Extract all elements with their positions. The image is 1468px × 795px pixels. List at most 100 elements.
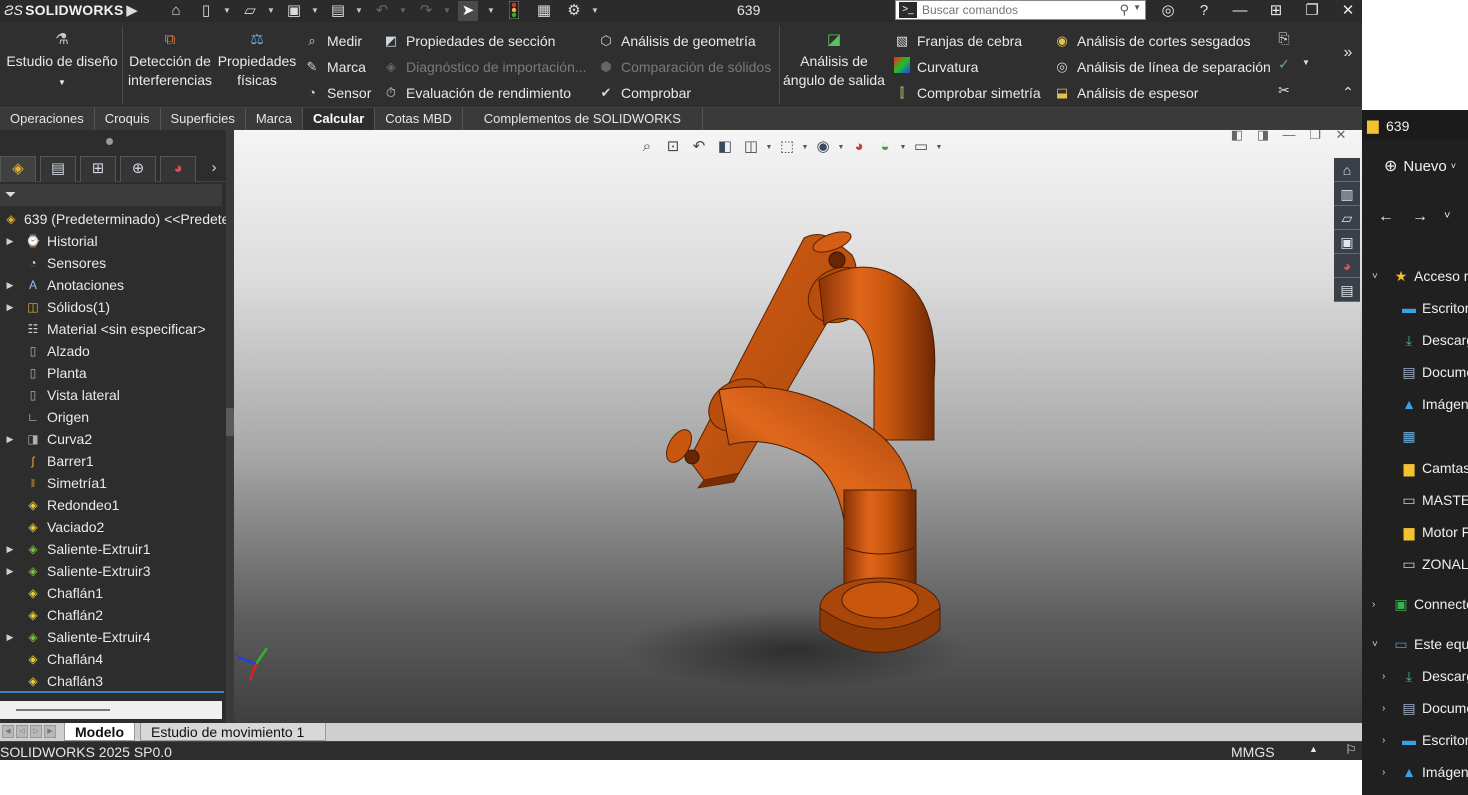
nav-pane-item[interactable]: ▬ Escritor [1362, 292, 1468, 324]
file-properties-icon[interactable]: ▦ [534, 1, 554, 21]
chevron-down-icon[interactable]: ˅ [1372, 271, 1378, 282]
tree-item[interactable]: ∟ Origen [0, 406, 226, 428]
save-icon[interactable]: ▣ [284, 1, 304, 21]
design-study-button[interactable]: ⚗ Estudio de diseño ▼ [4, 30, 120, 92]
command-search-input[interactable] [922, 3, 1112, 17]
chevron-right-icon[interactable]: › [1382, 767, 1385, 778]
dimxpert-manager-tab-icon[interactable]: ⊕ [120, 156, 156, 182]
display-manager-tab-icon[interactable]: ◕ [160, 156, 196, 182]
tab-operaciones[interactable]: Operaciones [0, 108, 95, 130]
nav-pane-item[interactable]: ˅ ★ Acceso ra [1362, 260, 1468, 292]
nav-pane-item[interactable]: ▆ Motor F [1362, 516, 1468, 548]
tree-item[interactable]: ⧚ Simetría1 [0, 472, 226, 494]
tree-item[interactable]: ▶ ◫ Sólidos(1) [0, 296, 226, 318]
chevron-right-icon[interactable]: › [1382, 735, 1385, 746]
select-pointer-icon[interactable]: ➤ [458, 1, 478, 21]
panel-splitter[interactable] [226, 130, 234, 723]
open-icon[interactable]: ▱ [240, 1, 260, 21]
featuremanager-tree-tab-icon[interactable]: ◈ [0, 156, 36, 182]
tree-item[interactable]: ▶ ◈ Saliente-Extruir3 [0, 560, 226, 582]
symmetry-check-button[interactable]: ⫿ Comprobar simetría [892, 81, 1041, 105]
expand-caret-icon[interactable]: ▶ [5, 280, 15, 291]
tree-item[interactable]: ▶ ⌚ Historial [0, 230, 226, 252]
new-button[interactable]: ⊕ Nuevo ˅ [1384, 156, 1456, 176]
expand-caret-icon[interactable]: ▶ [5, 434, 15, 445]
tree-item[interactable]: ▯ Vista lateral [0, 384, 226, 406]
tree-item[interactable]: ◈ Vaciado2 [0, 516, 226, 538]
nav-pane-item[interactable]: ▤ Docume [1362, 356, 1468, 388]
interference-detection-button[interactable]: ⧉ Detección de interferencias [126, 30, 214, 90]
nav-pane-item[interactable]: ▭ MASTER [1362, 484, 1468, 516]
chevron-right-icon[interactable]: › [1382, 703, 1385, 714]
curvature-button[interactable]: Curvatura [892, 55, 978, 79]
command-search-box[interactable]: >_ ⚲ ▼ [895, 0, 1146, 20]
recent-locations-chevron-icon[interactable]: ˅ [1444, 210, 1450, 222]
ribbon-collapse-chevron-icon[interactable]: ⌃ [1338, 84, 1358, 101]
forward-arrow-icon[interactable]: → [1412, 208, 1428, 226]
expand-caret-icon[interactable]: ▶ [5, 566, 15, 577]
home-icon[interactable]: ⌂ [166, 1, 186, 21]
expand-caret-icon[interactable]: ▶ [5, 302, 15, 313]
check-button[interactable]: ✔ Comprobar [596, 81, 691, 105]
tab-prev-icon[interactable]: ◁ [16, 725, 28, 738]
tab-last-icon[interactable]: ▶ [44, 725, 56, 738]
options-dropdown-caret[interactable]: ▼ [590, 1, 600, 21]
nav-pane-item[interactable]: ▆ Camtas [1362, 452, 1468, 484]
property-manager-tab-icon[interactable]: ▤ [40, 156, 76, 182]
import-diagnostics-button[interactable]: ◈ Diagnóstico de importación... [381, 55, 587, 79]
undo-icon[interactable]: ↶ [372, 1, 392, 21]
nav-pane-item[interactable]: › ▤ Docume [1362, 692, 1468, 724]
tab-first-icon[interactable]: ◀ [2, 725, 14, 738]
ribbon-more-chevron-icon[interactable]: » [1338, 44, 1358, 62]
search-icon[interactable]: ⚲ [1119, 2, 1129, 18]
tree-horizontal-scrollbar[interactable] [0, 701, 222, 719]
ribbon-extra-tool-1-icon[interactable]: ⎘ [1274, 30, 1294, 47]
tab-complementos[interactable]: Complementos de SOLIDWORKS [463, 108, 703, 130]
restore-window-icon[interactable]: ⊞ [1262, 0, 1290, 22]
tab-marca[interactable]: Marca [246, 108, 303, 130]
part-3d-model[interactable] [234, 130, 1362, 723]
nav-pane-item[interactable]: ⤓ Descarg [1362, 324, 1468, 356]
markup-button[interactable]: ✎ Marca [302, 55, 366, 79]
ribbon-extra-tool-3-icon[interactable]: ✂ [1274, 82, 1294, 99]
new-document-icon[interactable]: ▯ [196, 1, 216, 21]
user-account-icon[interactable]: ◎ [1154, 0, 1182, 22]
filter-funnel-icon[interactable]: ⏷ [5, 186, 16, 203]
tree-item[interactable]: ▯ Alzado [0, 340, 226, 362]
tab-next-icon[interactable]: ▷ [30, 725, 42, 738]
undercut-analysis-button[interactable]: ◉ Análisis de cortes sesgados [1052, 29, 1250, 53]
tree-item[interactable]: ◈ Chaflán1 [0, 582, 226, 604]
tab-modelo[interactable]: Modelo [64, 723, 135, 741]
graphics-viewport[interactable]: ⌕ ⊡ ↶ ◧ ◫ ▼ ⬚ ▼ ◉ ▼ ◕ ◒ ▼ ▭ ▼ ◧ ◨ — ❐ ✕ … [234, 130, 1362, 723]
nav-pane-item[interactable]: ˅ ▭ Este equi [1362, 628, 1468, 660]
units-caret-icon[interactable]: ▲ [1309, 744, 1318, 754]
tree-item[interactable]: ◔ Sensores [0, 252, 226, 274]
splitter-handle[interactable] [226, 408, 234, 436]
tree-item[interactable]: ▯ Planta [0, 362, 226, 384]
nav-pane-item[interactable]: ▦ [1362, 420, 1468, 452]
quick-tips-icon[interactable]: ⚐ [1342, 742, 1360, 760]
nav-pane-item[interactable]: › ▬ Escritor [1362, 724, 1468, 756]
tree-item[interactable]: ◈ Chaflán2 [0, 604, 226, 626]
performance-evaluation-button[interactable]: ⏱ Evaluación de rendimiento [381, 81, 571, 105]
scrollbar-thumb[interactable] [16, 709, 110, 711]
section-properties-button[interactable]: ◩ Propiedades de sección [381, 29, 556, 53]
tab-superficies[interactable]: Superficies [161, 108, 246, 130]
nav-pane-item[interactable]: ▭ ZONAL [1362, 548, 1468, 580]
measure-button[interactable]: ⌕ Medir [302, 29, 362, 53]
print-icon[interactable]: ▤ [328, 1, 348, 21]
compare-bodies-button[interactable]: ⬢ Comparación de sólidos [596, 55, 771, 79]
parting-line-analysis-button[interactable]: ◎ Análisis de línea de separación [1052, 55, 1270, 79]
help-icon[interactable]: ? [1190, 0, 1218, 22]
tree-item[interactable]: ʃ Barrer1 [0, 450, 226, 472]
options-gear-icon[interactable]: ⚙ [564, 1, 584, 21]
tab-calcular[interactable]: Calcular [302, 108, 376, 130]
design-study-dropdown-caret[interactable]: ▼ [58, 78, 66, 87]
search-dropdown-caret[interactable]: ▼ [1133, 3, 1141, 12]
configuration-manager-tab-icon[interactable]: ⊞ [80, 156, 116, 182]
thickness-analysis-button[interactable]: ⬓ Análisis de espesor [1052, 81, 1199, 105]
tree-item[interactable]: ▶ A Anotaciones [0, 274, 226, 296]
tabs-next-arrow-icon[interactable]: › [204, 156, 224, 182]
chevron-down-icon[interactable]: ˅ [1372, 639, 1378, 650]
draft-analysis-button[interactable]: ◪ Análisis de ángulo de salida [782, 30, 886, 90]
